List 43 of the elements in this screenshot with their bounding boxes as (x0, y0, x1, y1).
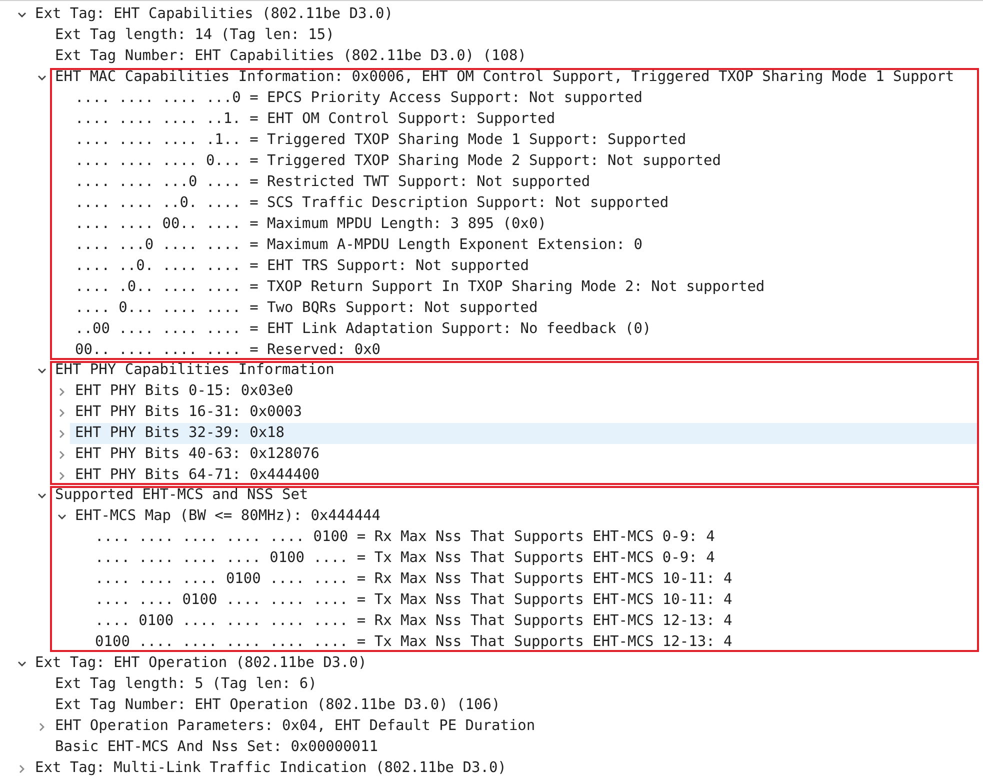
tree-item[interactable]: EHT PHY Bits 32-39: 0x18 (70, 423, 977, 444)
tree-item[interactable]: .... .... .... .... 0100 .... = Tx Max Nss That Supports EHT-MCS 0-9: 4 (90, 548, 720, 569)
chevron-icon[interactable] (37, 72, 47, 82)
chevron-icon[interactable] (17, 10, 27, 20)
tree-item[interactable]: .... .... ...0 .... = Restricted TWT Support: Not supported (70, 172, 596, 193)
tree-item[interactable]: 00.. .... .... .... = Reserved: 0x0 (70, 340, 386, 361)
tree-item[interactable]: .... .... .... .1.. = Triggered TXOP Sharing Mode 1 Support: Supported (70, 130, 692, 151)
chevron-icon[interactable] (37, 490, 47, 500)
tree-item[interactable]: .... .... 0100 .... .... .... = Tx Max Nss That Supports EHT-MCS 10-11: 4 (90, 590, 738, 611)
tree-item[interactable]: EHT PHY Bits 64-71: 0x444400 (70, 465, 324, 486)
chevron-icon[interactable] (57, 512, 67, 522)
tree-item[interactable]: Basic EHT-MCS And Nss Set: 0x00000011 (50, 737, 384, 758)
tree-item[interactable]: EHT Operation Parameters: 0x04, EHT Default PE Duration (50, 716, 540, 737)
tree-item[interactable]: Ext Tag length: 5 (Tag len: 6) (50, 674, 322, 695)
tree-item[interactable]: .... ...0 .... .... = Maximum A-MPDU Length Exponent Extension: 0 (70, 235, 648, 256)
chevron-icon[interactable] (37, 366, 47, 376)
tree-item[interactable]: EHT PHY Capabilities Information (50, 360, 340, 381)
tree-item[interactable]: Ext Tag: EHT Capabilities (802.11be D3.0) (30, 4, 398, 25)
tree-item[interactable]: .... ..0. .... .... = EHT TRS Support: Not supported (70, 256, 534, 277)
tree-item[interactable]: EHT PHY Bits 0-15: 0x03e0 (70, 381, 298, 402)
tree-item[interactable]: EHT PHY Bits 16-31: 0x0003 (70, 402, 307, 423)
tree-item[interactable]: .... .... ..0. .... = SCS Traffic Description Support: Not supported (70, 193, 674, 214)
tree-item[interactable]: Ext Tag: EHT Operation (802.11be D3.0) (30, 653, 372, 674)
tree-item[interactable]: .... .0.. .... .... = TXOP Return Support In TXOP Sharing Mode 2: Not supported (70, 277, 770, 298)
tree-item[interactable]: Ext Tag Number: EHT Operation (802.11be D3.0) (106) (50, 695, 506, 716)
tree-item[interactable]: .... .... .... ...0 = EPCS Priority Access Support: Not supported (70, 88, 648, 109)
tree-item[interactable]: Ext Tag Number: EHT Capabilities (802.11be D3.0) (108) (50, 46, 532, 67)
tree-item[interactable]: .... .... .... .... .... 0100 = Rx Max Nss That Supports EHT-MCS 0-9: 4 (90, 527, 720, 548)
tree-item[interactable]: Supported EHT-MCS and NSS Set (50, 485, 314, 506)
tree-item[interactable]: .... .... .... 0... = Triggered TXOP Sharing Mode 2 Support: Not supported (70, 151, 726, 172)
tree-item[interactable]: EHT PHY Bits 40-63: 0x128076 (70, 444, 324, 465)
tree-item[interactable]: Ext Tag length: 14 (Tag len: 15) (50, 25, 340, 46)
tree-item[interactable]: ..00 .... .... .... = EHT Link Adaptation Support: No feedback (0) (70, 319, 656, 340)
tree-item[interactable]: 0100 .... .... .... .... .... = Tx Max Nss That Supports EHT-MCS 12-13: 4 (90, 632, 738, 653)
tree-item[interactable]: EHT MAC Capabilities Information: 0x0006, EHT OM Control Support, Triggered TXOP Sharing Mode 1 Support (50, 67, 960, 88)
tree-item[interactable]: .... .... .... 0100 .... .... = Rx Max Nss That Supports EHT-MCS 10-11: 4 (90, 569, 738, 590)
tree-item[interactable]: EHT-MCS Map (BW <= 80MHz): 0x444444 (70, 506, 386, 527)
chevron-icon[interactable] (17, 658, 27, 668)
tree-item[interactable]: .... .... 00.. .... = Maximum MPDU Length: 3 895 (0x0) (70, 214, 552, 235)
tree-item[interactable]: .... .... .... ..1. = EHT OM Control Support: Supported (70, 109, 560, 130)
tree-item[interactable]: .... 0... .... .... = Two BQRs Support: Not supported (70, 298, 543, 319)
tree-item[interactable]: Ext Tag: Multi-Link Traffic Indication (802.11be D3.0) (30, 758, 512, 777)
tree-item[interactable]: .... 0100 .... .... .... .... = Rx Max Nss That Supports EHT-MCS 12-13: 4 (90, 611, 738, 632)
